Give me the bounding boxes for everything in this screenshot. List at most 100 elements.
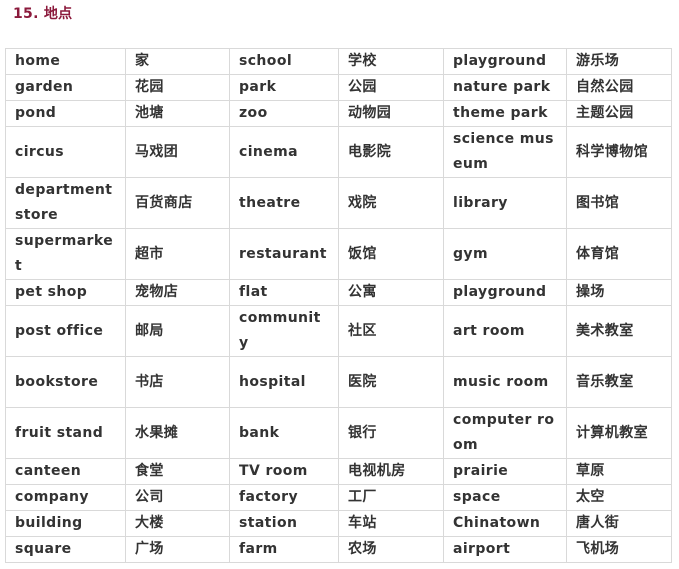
english-word-cell: fruit stand — [5, 407, 126, 459]
table-row: canteen 食堂 TV room 电视机房 prairie 草原 — [5, 458, 672, 485]
chinese-translation-cell: 食堂 — [125, 458, 230, 485]
chinese-translation-cell: 广场 — [125, 536, 230, 563]
english-word-cell: art room — [443, 305, 567, 357]
chinese-translation-cell: 游乐场 — [566, 48, 672, 75]
table-row: home 家 school 学校 playground 游乐场 — [5, 48, 672, 75]
chinese-translation-cell: 超市 — [125, 228, 230, 280]
table-row: pet shop 宠物店 flat 公寓 playground 操场 — [5, 279, 672, 306]
chinese-translation-cell: 电视机房 — [338, 458, 444, 485]
chinese-translation-cell: 饭馆 — [338, 228, 444, 280]
english-word-cell: cinema — [229, 126, 339, 178]
chinese-translation-cell: 公寓 — [338, 279, 444, 306]
english-word-cell: theatre — [229, 177, 339, 229]
english-word-cell: gym — [443, 228, 567, 280]
chinese-translation-cell: 医院 — [338, 356, 444, 408]
english-word-cell: company — [5, 484, 126, 511]
english-word-cell: post office — [5, 305, 126, 357]
chinese-translation-cell: 动物园 — [338, 100, 444, 127]
english-word-cell: farm — [229, 536, 339, 563]
english-word-cell: station — [229, 510, 339, 537]
chinese-translation-cell: 农场 — [338, 536, 444, 563]
english-word-cell: canteen — [5, 458, 126, 485]
chinese-translation-cell: 百货商店 — [125, 177, 230, 229]
english-word-cell: hospital — [229, 356, 339, 408]
chinese-translation-cell: 图书馆 — [566, 177, 672, 229]
chinese-translation-cell: 学校 — [338, 48, 444, 75]
table-row: bookstore 书店 hospital 医院 music room 音乐教室 — [5, 356, 672, 408]
chinese-translation-cell: 池塘 — [125, 100, 230, 127]
english-word-cell: school — [229, 48, 339, 75]
english-word-cell: music room — [443, 356, 567, 408]
table-row: post office 邮局 community 社区 art room 美术教室 — [5, 305, 672, 357]
chinese-translation-cell: 公司 — [125, 484, 230, 511]
english-word-cell: factory — [229, 484, 339, 511]
table-row: pond 池塘 zoo 动物园 theme park 主题公园 — [5, 100, 672, 127]
chinese-translation-cell: 马戏团 — [125, 126, 230, 178]
chinese-translation-cell: 邮局 — [125, 305, 230, 357]
table-row: garden 花园 park 公园 nature park 自然公园 — [5, 74, 672, 101]
chinese-translation-cell: 家 — [125, 48, 230, 75]
english-word-cell: restaurant — [229, 228, 339, 280]
chinese-translation-cell: 花园 — [125, 74, 230, 101]
chinese-translation-cell: 宠物店 — [125, 279, 230, 306]
english-word-cell: bank — [229, 407, 339, 459]
chinese-translation-cell: 工厂 — [338, 484, 444, 511]
chinese-translation-cell: 银行 — [338, 407, 444, 459]
english-word-cell: department store — [5, 177, 126, 229]
english-word-cell: science museum — [443, 126, 567, 178]
chinese-translation-cell: 操场 — [566, 279, 672, 306]
chinese-translation-cell: 戏院 — [338, 177, 444, 229]
vocabulary-table: home 家 school 学校 playground 游乐场 garden 花园 park 公园… — [5, 48, 672, 563]
chinese-translation-cell: 电影院 — [338, 126, 444, 178]
english-word-cell: space — [443, 484, 567, 511]
english-word-cell: home — [5, 48, 126, 75]
chinese-translation-cell: 书店 — [125, 356, 230, 408]
table-row: department store 百货商店 theatre 戏院 library 图书馆 — [5, 177, 672, 229]
english-word-cell: theme park — [443, 100, 567, 127]
chinese-translation-cell: 大楼 — [125, 510, 230, 537]
chinese-translation-cell: 车站 — [338, 510, 444, 537]
vocabulary-table-body: home 家 school 学校 playground 游乐场 garden 花园 park 公园… — [5, 48, 672, 563]
chinese-translation-cell: 太空 — [566, 484, 672, 511]
table-row: company 公司 factory 工厂 space 太空 — [5, 484, 672, 511]
english-word-cell: square — [5, 536, 126, 563]
english-word-cell: TV room — [229, 458, 339, 485]
chinese-translation-cell: 草原 — [566, 458, 672, 485]
chinese-translation-cell: 唐人街 — [566, 510, 672, 537]
english-word-cell: pet shop — [5, 279, 126, 306]
chinese-translation-cell: 主题公园 — [566, 100, 672, 127]
english-word-cell: nature park — [443, 74, 567, 101]
table-row: supermarket 超市 restaurant 饭馆 gym 体育馆 — [5, 228, 672, 280]
english-word-cell: airport — [443, 536, 567, 563]
chinese-translation-cell: 体育馆 — [566, 228, 672, 280]
english-word-cell: playground — [443, 48, 567, 75]
table-row: circus 马戏团 cinema 电影院 science museum 科学博物馆 — [5, 126, 672, 178]
english-word-cell: supermarket — [5, 228, 126, 280]
english-word-cell: playground — [443, 279, 567, 306]
table-row: square 广场 farm 农场 airport 飞机场 — [5, 536, 672, 563]
chinese-translation-cell: 飞机场 — [566, 536, 672, 563]
chinese-translation-cell: 公园 — [338, 74, 444, 101]
section-title: 15. 地点 — [13, 6, 73, 22]
chinese-translation-cell: 水果摊 — [125, 407, 230, 459]
english-word-cell: computer room — [443, 407, 567, 459]
english-word-cell: garden — [5, 74, 126, 101]
chinese-translation-cell: 音乐教室 — [566, 356, 672, 408]
english-word-cell: community — [229, 305, 339, 357]
english-word-cell: prairie — [443, 458, 567, 485]
english-word-cell: building — [5, 510, 126, 537]
table-row: building 大楼 station 车站 Chinatown 唐人街 — [5, 510, 672, 537]
table-row: fruit stand 水果摊 bank 银行 computer room 计算机教室 — [5, 407, 672, 459]
english-word-cell: pond — [5, 100, 126, 127]
english-word-cell: Chinatown — [443, 510, 567, 537]
chinese-translation-cell: 美术教室 — [566, 305, 672, 357]
english-word-cell: flat — [229, 279, 339, 306]
english-word-cell: library — [443, 177, 567, 229]
english-word-cell: bookstore — [5, 356, 126, 408]
english-word-cell: park — [229, 74, 339, 101]
chinese-translation-cell: 科学博物馆 — [566, 126, 672, 178]
english-word-cell: circus — [5, 126, 126, 178]
chinese-translation-cell: 社区 — [338, 305, 444, 357]
chinese-translation-cell: 自然公园 — [566, 74, 672, 101]
english-word-cell: zoo — [229, 100, 339, 127]
